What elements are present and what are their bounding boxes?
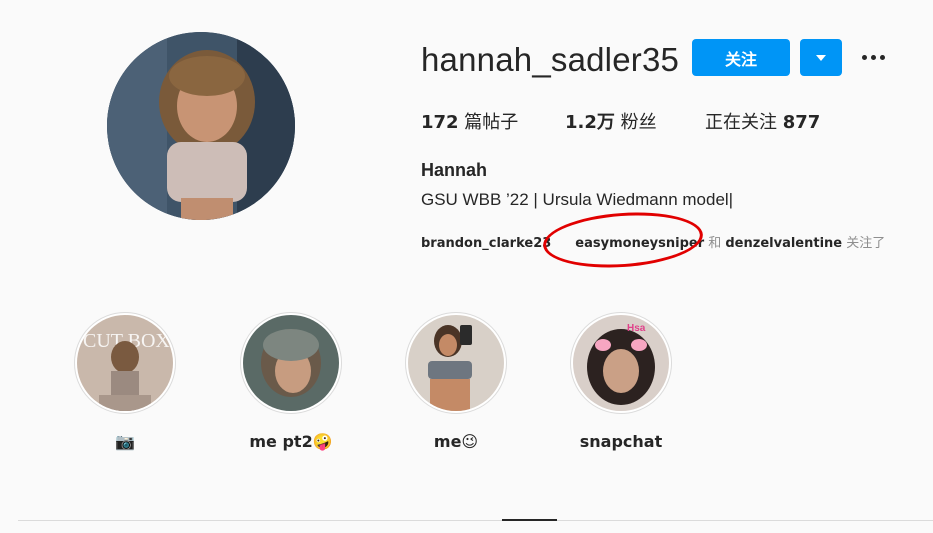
caret-down-icon <box>816 54 826 61</box>
following-count: 877 <box>782 112 821 133</box>
story-highlight[interactable]: me pt2🤪 <box>239 312 343 451</box>
posts-label: 篇帖子 <box>458 112 519 133</box>
highlight-cover <box>408 315 504 411</box>
highlight-cover: Hsa <box>573 315 669 411</box>
following-label: 正在关注 <box>705 112 783 133</box>
highlight-cover <box>243 315 339 411</box>
profile-avatar[interactable] <box>107 32 295 220</box>
highlight-ring <box>240 312 342 414</box>
followers-count: 1.2万 <box>565 112 615 133</box>
followed-by-line[interactable]: brandon_clarke23 easymoneysniper 和 denzel… <box>421 232 885 251</box>
story-highlight[interactable]: Hsa snapchat <box>569 312 673 451</box>
dot-icon <box>870 54 876 60</box>
dot-icon <box>861 54 867 60</box>
followed-by-user[interactable]: brandon_clarke23 <box>421 236 551 251</box>
highlight-ring: Hsa <box>570 312 672 414</box>
followed-by-user[interactable]: denzelvalentine <box>725 236 842 251</box>
followers-stat[interactable]: 1.2万 粉丝 <box>565 108 657 134</box>
highlight-filter-text: Hsa <box>627 323 646 334</box>
profile-full-name: Hannah <box>421 160 488 180</box>
highlight-label: snapchat <box>579 432 663 451</box>
highlight-cover: CUT BOX <box>77 315 173 411</box>
profile-bio: GSU WBB ’22 | Ursula Wiedmann model| <box>421 190 734 209</box>
profile-username: hannah_sadler35 <box>421 41 680 78</box>
story-highlight[interactable]: CUT BOX 📷 <box>73 312 177 451</box>
active-tab-indicator <box>502 519 557 521</box>
followed-by-suffix: 关注了 <box>842 236 886 251</box>
avatar-photo <box>107 32 295 220</box>
followers-label: 粉丝 <box>614 112 657 133</box>
highlight-label: me😉 <box>433 432 479 451</box>
tabs-divider <box>18 520 933 521</box>
more-options-button[interactable] <box>858 46 888 68</box>
highlight-label: 📷 <box>115 432 135 451</box>
posts-count: 172 <box>421 112 459 133</box>
followed-by-user[interactable]: easymoneysniper <box>575 236 704 251</box>
story-highlight[interactable]: me😉 <box>404 312 508 451</box>
highlight-ring: CUT BOX <box>74 312 176 414</box>
following-stat[interactable]: 正在关注 877 <box>705 108 820 134</box>
followed-by-and: 和 <box>704 236 726 251</box>
highlight-label: me pt2🤪 <box>249 432 333 451</box>
suggested-accounts-button[interactable] <box>800 39 842 76</box>
posts-stat: 172 篇帖子 <box>421 108 518 134</box>
follow-button[interactable]: 关注 <box>692 39 790 76</box>
highlight-ring <box>405 312 507 414</box>
dot-icon <box>879 54 885 60</box>
